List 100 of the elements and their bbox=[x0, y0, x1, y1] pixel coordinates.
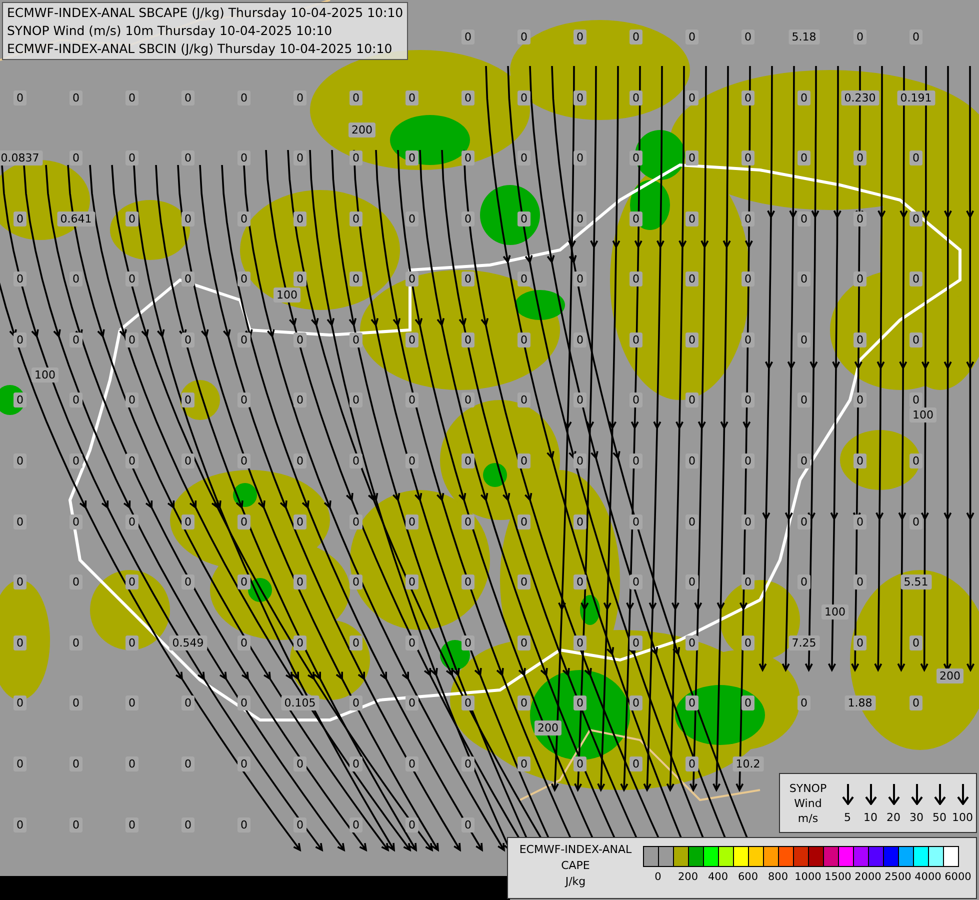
station-value: 0 bbox=[742, 574, 754, 590]
station-value: 0 bbox=[406, 636, 418, 650]
station-value: 0 bbox=[126, 392, 138, 408]
station-value: 0 bbox=[14, 514, 26, 530]
scale-tick-label: 600 bbox=[736, 871, 760, 883]
legend-title: SYNOP bbox=[789, 780, 827, 796]
station-value: 0 bbox=[14, 636, 26, 650]
station-value: 0 bbox=[518, 212, 530, 226]
station-value: 0 bbox=[462, 756, 474, 772]
station-value: 0 bbox=[70, 636, 82, 650]
station-value: 0 bbox=[406, 756, 418, 772]
station-value: 0 bbox=[518, 454, 530, 468]
scale-tick-label: 1500 bbox=[824, 871, 852, 883]
station-value: 0 bbox=[630, 392, 642, 408]
station-value: 0 bbox=[126, 90, 138, 106]
station-value: 0 bbox=[350, 696, 362, 710]
station-value: 0 bbox=[742, 272, 754, 286]
station-value: 0 bbox=[798, 696, 810, 710]
station-value: 0 bbox=[350, 574, 362, 590]
station-value: 0 bbox=[462, 636, 474, 650]
scale-tick-label: 2500 bbox=[884, 871, 912, 883]
station-value: 5.18 bbox=[788, 30, 820, 44]
station-value: 0 bbox=[630, 30, 642, 44]
station-value: 0 bbox=[686, 454, 698, 468]
station-value: 0 bbox=[910, 392, 922, 408]
station-value: 0 bbox=[238, 756, 250, 772]
station-value: 0 bbox=[182, 514, 194, 530]
station-value: 0 bbox=[14, 392, 26, 408]
station-value: 0 bbox=[126, 332, 138, 348]
station-value: 0 bbox=[126, 756, 138, 772]
station-value: 0 bbox=[910, 150, 922, 166]
layer-title: ECMWF-INDEX-ANAL SBCAPE (J/kg) Thursday 10-04-2025 10:10 bbox=[7, 4, 404, 22]
station-value: 0 bbox=[462, 392, 474, 408]
station-value: 0 bbox=[350, 756, 362, 772]
station-value: 0 bbox=[126, 636, 138, 650]
station-value: 0 bbox=[854, 574, 866, 590]
station-value: 0 bbox=[238, 574, 250, 590]
station-value: 0 bbox=[574, 696, 586, 710]
layer-title: SYNOP Wind (m/s) 10m Thursday 10-04-2025 10:10 bbox=[7, 22, 334, 40]
station-value: 0 bbox=[798, 574, 810, 590]
station-value: 0 bbox=[350, 212, 362, 226]
station-value: 0 bbox=[70, 514, 82, 530]
station-value: 0 bbox=[518, 150, 530, 166]
station-value: 0 bbox=[462, 818, 474, 832]
station-value: 0 bbox=[518, 514, 530, 530]
legend-title: m/s bbox=[798, 810, 818, 826]
station-value: 0 bbox=[518, 392, 530, 408]
station-value: 0 bbox=[14, 756, 26, 772]
station-value: 0 bbox=[182, 454, 194, 468]
scale-tick-label: 4000 bbox=[914, 871, 942, 883]
speed-label: 50 bbox=[932, 810, 946, 824]
station-value: 0 bbox=[70, 332, 82, 348]
station-value: 0 bbox=[406, 212, 418, 226]
station-value: 0 bbox=[14, 212, 26, 226]
station-value: 0 bbox=[518, 696, 530, 710]
station-value: 0 bbox=[294, 514, 306, 530]
station-value: 0 bbox=[798, 392, 810, 408]
station-value: 0 bbox=[854, 454, 866, 468]
station-value: 0 bbox=[238, 818, 250, 832]
station-value: 0 bbox=[182, 696, 194, 710]
station-value: 0 bbox=[182, 574, 194, 590]
station-value: 0 bbox=[406, 696, 418, 710]
station-value: 0 bbox=[630, 150, 642, 166]
station-value: 0.0837 bbox=[0, 150, 42, 166]
station-value: 0 bbox=[742, 150, 754, 166]
station-value: 0 bbox=[686, 30, 698, 44]
station-value: 0 bbox=[462, 514, 474, 530]
station-value: 0 bbox=[574, 272, 586, 286]
station-value: 0 bbox=[742, 90, 754, 106]
contour-label: 100 bbox=[274, 288, 300, 302]
speed-label: 100 bbox=[952, 810, 973, 824]
down-arrow-icon bbox=[842, 782, 854, 804]
contour-label: 100 bbox=[822, 604, 848, 620]
station-value: 0 bbox=[854, 392, 866, 408]
station-value: 0 bbox=[462, 212, 474, 226]
station-value: 0 bbox=[574, 212, 586, 226]
station-value: 0 bbox=[574, 636, 586, 650]
station-value: 0 bbox=[630, 636, 642, 650]
station-value: 0 bbox=[910, 30, 922, 44]
station-value: 0 bbox=[630, 212, 642, 226]
station-value: 0 bbox=[350, 150, 362, 166]
station-value: 0.230 bbox=[841, 90, 879, 106]
layer-title: ECMWF-INDEX-ANAL SBCIN (J/kg) Thursday 10-04-2025 10:10 bbox=[7, 40, 394, 58]
station-value: 0 bbox=[518, 574, 530, 590]
station-value: 0 bbox=[462, 272, 474, 286]
station-value: 0 bbox=[798, 272, 810, 286]
legend-title: CAPE bbox=[561, 858, 590, 874]
station-value: 0 bbox=[910, 636, 922, 650]
station-value: 10.2 bbox=[732, 756, 764, 772]
station-value: 0 bbox=[686, 212, 698, 226]
speed-label: 10 bbox=[864, 810, 878, 824]
station-value: 0 bbox=[462, 696, 474, 710]
station-value: 0 bbox=[686, 392, 698, 408]
station-value: 0 bbox=[854, 150, 866, 166]
station-value: 0 bbox=[238, 454, 250, 468]
contour-label: 100 bbox=[32, 368, 58, 382]
station-value: 0 bbox=[518, 332, 530, 348]
station-value: 0 bbox=[406, 818, 418, 832]
station-value: 0 bbox=[350, 818, 362, 832]
station-value: 0 bbox=[798, 514, 810, 530]
